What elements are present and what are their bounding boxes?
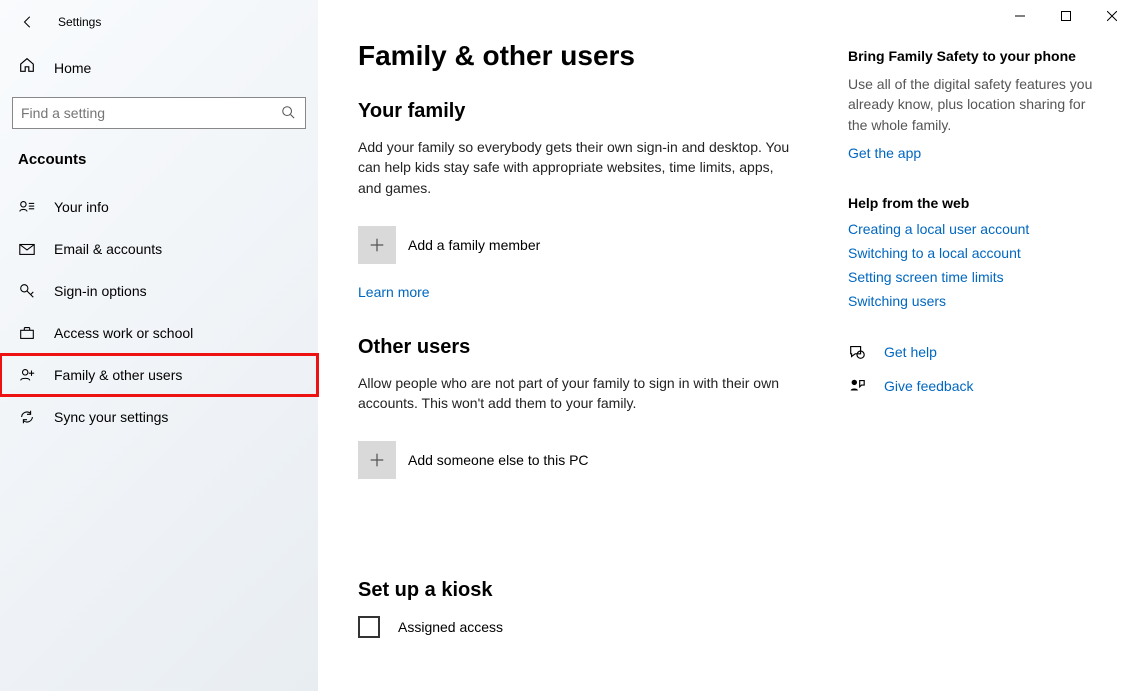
- assigned-access-button[interactable]: Assigned access: [358, 616, 808, 638]
- nav-label: Sign-in options: [54, 283, 147, 299]
- learn-more-link[interactable]: Learn more: [358, 284, 430, 300]
- minimize-button[interactable]: [997, 0, 1043, 32]
- nav-label: Access work or school: [54, 325, 193, 341]
- nav-label: Family & other users: [54, 367, 182, 383]
- section-kiosk-heading: Set up a kiosk: [358, 579, 808, 602]
- nav-email-accounts[interactable]: Email & accounts: [0, 228, 318, 270]
- main-content: Family & other users Your family Add you…: [318, 0, 1135, 691]
- key-icon: [18, 282, 36, 300]
- get-help-link[interactable]: Get help: [884, 344, 937, 360]
- plus-icon: [358, 226, 396, 264]
- add-other-label: Add someone else to this PC: [408, 452, 589, 468]
- person-card-icon: [18, 198, 36, 216]
- add-family-member-button[interactable]: Add a family member: [358, 226, 808, 264]
- section-other-users-desc: Allow people who are not part of your fa…: [358, 373, 798, 414]
- feedback-icon: [848, 377, 866, 395]
- mail-icon: [18, 240, 36, 258]
- search-field[interactable]: [21, 105, 281, 121]
- assigned-access-label: Assigned access: [398, 619, 503, 635]
- section-other-users-heading: Other users: [358, 336, 808, 359]
- app-title: Settings: [58, 15, 101, 29]
- plus-icon: [358, 441, 396, 479]
- maximize-button[interactable]: [1043, 0, 1089, 32]
- help-from-web-heading: Help from the web: [848, 195, 1098, 211]
- give-feedback-link[interactable]: Give feedback: [884, 378, 974, 394]
- help-link[interactable]: Switching users: [848, 293, 1098, 309]
- section-your-family-heading: Your family: [358, 100, 808, 123]
- help-link[interactable]: Creating a local user account: [848, 221, 1098, 237]
- sync-icon: [18, 408, 36, 426]
- help-link[interactable]: Setting screen time limits: [848, 269, 1098, 285]
- sidebar-category: Accounts: [0, 147, 318, 186]
- page-title: Family & other users: [358, 40, 808, 72]
- briefcase-icon: [18, 324, 36, 342]
- nav-home[interactable]: Home: [0, 44, 318, 91]
- nav-access-work-school[interactable]: Access work or school: [0, 312, 318, 354]
- right-panel: Bring Family Safety to your phone Use al…: [848, 0, 1128, 691]
- family-safety-desc: Use all of the digital safety features y…: [848, 74, 1098, 135]
- help-link[interactable]: Switching to a local account: [848, 245, 1098, 261]
- nav-signin-options[interactable]: Sign-in options: [0, 270, 318, 312]
- search-icon: [281, 105, 297, 121]
- sidebar: Settings Home Accounts Your info: [0, 0, 318, 691]
- add-other-user-button[interactable]: Add someone else to this PC: [358, 441, 808, 479]
- close-button[interactable]: [1089, 0, 1135, 32]
- section-your-family-desc: Add your family so everybody gets their …: [358, 137, 798, 198]
- get-the-app-link[interactable]: Get the app: [848, 145, 1098, 161]
- nav-your-info[interactable]: Your info: [0, 186, 318, 228]
- nav-home-label: Home: [54, 60, 91, 76]
- add-family-label: Add a family member: [408, 237, 540, 253]
- get-help-icon: [848, 343, 866, 361]
- nav-label: Email & accounts: [54, 241, 162, 257]
- nav-label: Sync your settings: [54, 409, 168, 425]
- people-add-icon: [18, 366, 36, 384]
- nav-sync-settings[interactable]: Sync your settings: [0, 396, 318, 438]
- search-input[interactable]: [12, 97, 306, 129]
- back-button[interactable]: [18, 12, 38, 32]
- kiosk-icon: [358, 616, 380, 638]
- nav-family-other-users[interactable]: Family & other users: [0, 354, 318, 396]
- nav-label: Your info: [54, 199, 109, 215]
- home-icon: [18, 56, 36, 79]
- family-safety-heading: Bring Family Safety to your phone: [848, 48, 1098, 64]
